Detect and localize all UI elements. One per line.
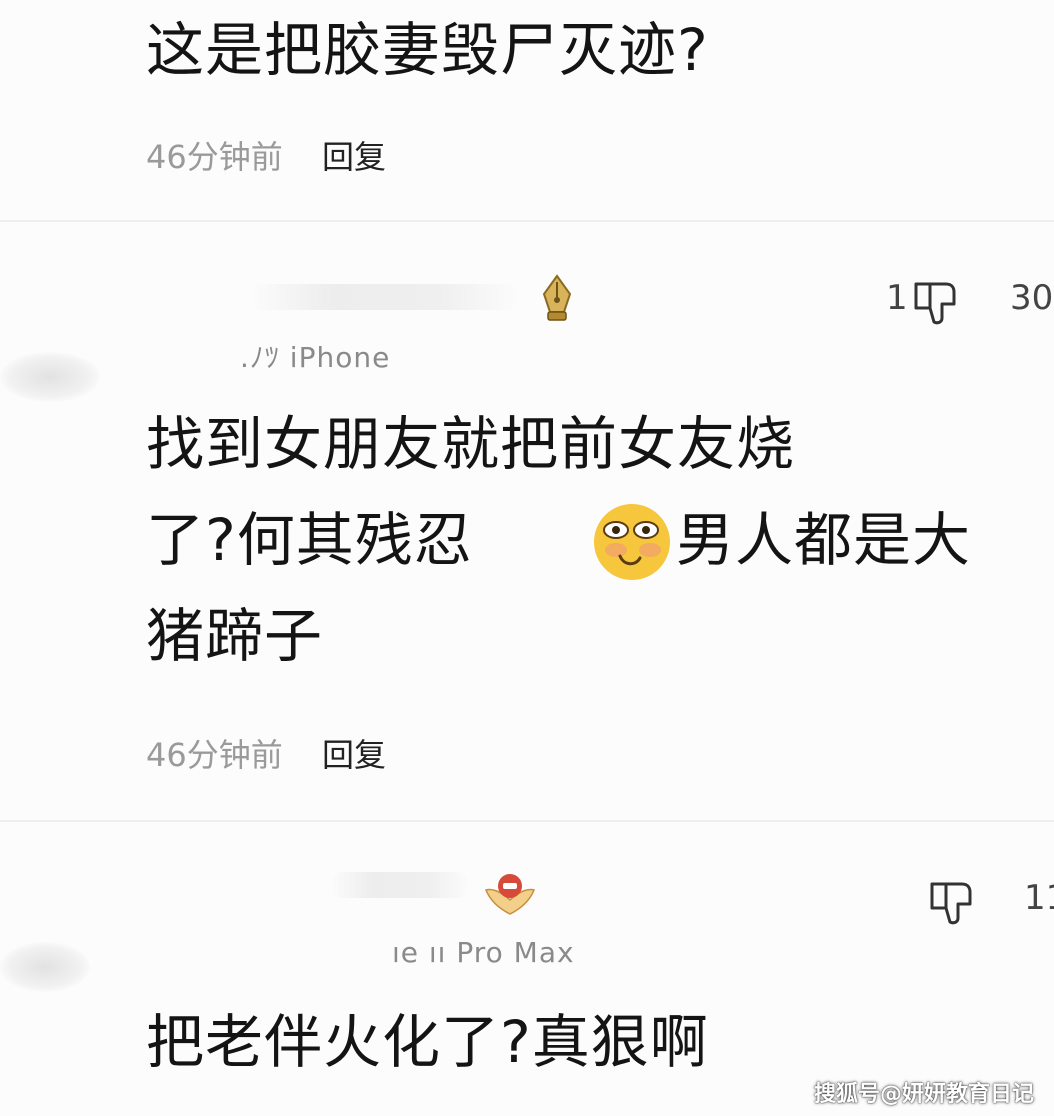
reply-button[interactable]: 回复: [322, 132, 386, 178]
blushing-face-emoji-icon: [594, 504, 670, 580]
device-label: .ﾉﾂ iPhone: [240, 341, 391, 374]
username-blurred[interactable]: [250, 284, 520, 310]
comment-text-line-2a: 了?何其残忍: [146, 506, 473, 574]
comment-text: 把老伴火化了?真狠啊: [146, 1008, 709, 1076]
avatar[interactable]: [0, 352, 100, 402]
comment-text-line-3: 猪蹄子: [146, 602, 324, 670]
like-count: 30: [1010, 278, 1054, 318]
comment-2: 1 30 .ﾉﾂ iPhone 找到女朋友就把前女友烧 了?何其残忍 男人都是大…: [0, 222, 1054, 820]
thumbs-down-icon[interactable]: [912, 278, 964, 326]
comment-text-line-2b: 男人都是大: [676, 506, 972, 574]
reply-button[interactable]: 回复: [322, 730, 386, 776]
device-label: ıe ıı Pro Max: [392, 936, 575, 969]
wings-badge-icon: [485, 874, 535, 915]
comment-3: 11 ıe ıı Pro Max 把老伴火化了?真狠啊: [0, 822, 1054, 1116]
avatar[interactable]: [0, 942, 90, 992]
username-blurred[interactable]: [330, 872, 470, 898]
comment-1: 这是把胶妻毁尸灭迹? 46分钟前 回复: [0, 0, 1054, 220]
comment-timestamp: 46分钟前: [146, 736, 283, 774]
comment-timestamp: 46分钟前: [146, 138, 283, 176]
thumbs-down-icon[interactable]: [928, 878, 980, 926]
pen-nib-badge-icon: [542, 274, 572, 321]
comment-text: 这是把胶妻毁尸灭迹?: [146, 16, 709, 84]
comment-feed: 这是把胶妻毁尸灭迹? 46分钟前 回复 1 30 .ﾉﾂ iPhone 找到女朋…: [0, 0, 1054, 1116]
watermark: 搜狐号@妍妍教育日记: [813, 1082, 1034, 1107]
comment-text-line-1: 找到女朋友就把前女友烧: [146, 410, 796, 478]
dislike-count: 1: [886, 278, 908, 318]
like-count: 11: [1024, 878, 1054, 918]
